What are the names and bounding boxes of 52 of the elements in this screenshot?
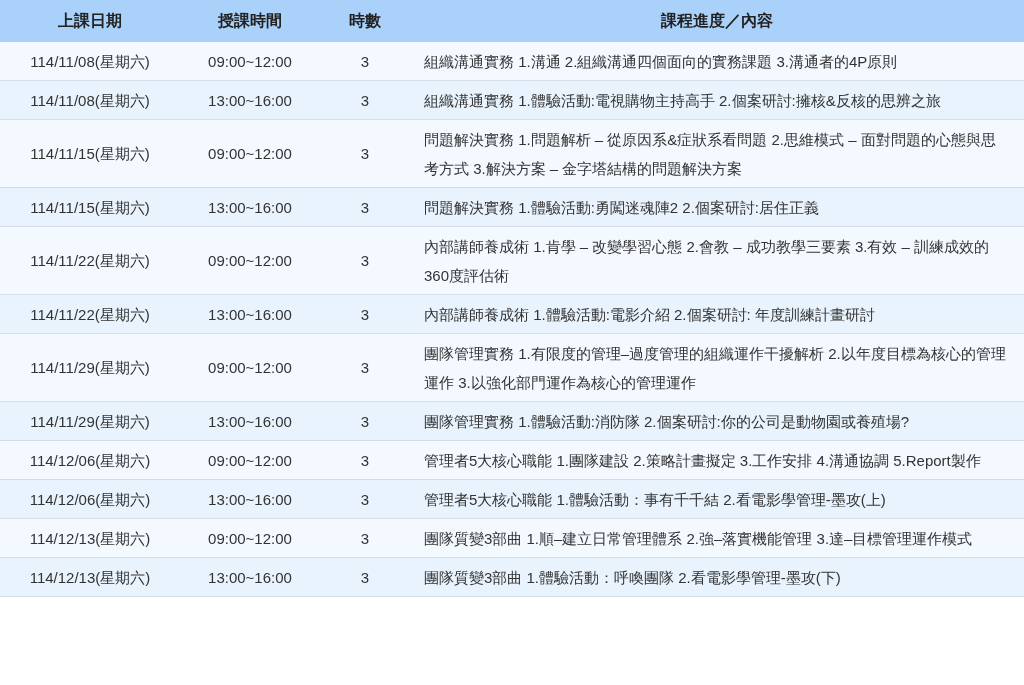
table-cell: 3 xyxy=(320,557,410,597)
table-cell: 13:00~16:00 xyxy=(180,479,320,519)
table-cell: 3 xyxy=(320,401,410,441)
table-cell: 09:00~12:00 xyxy=(180,119,320,188)
table-cell: 09:00~12:00 xyxy=(180,518,320,558)
table-cell: 團隊質變3部曲 1.順–建立日常管理體系 2.強–落實機能管理 3.達–目標管理運作模式 xyxy=(410,518,1024,558)
table-cell: 114/11/29(星期六) xyxy=(0,401,180,441)
table-cell: 3 xyxy=(320,440,410,480)
table-cell: 114/11/22(星期六) xyxy=(0,226,180,295)
table-cell: 13:00~16:00 xyxy=(180,401,320,441)
table-cell: 114/12/06(星期六) xyxy=(0,479,180,519)
column-header: 上課日期 xyxy=(0,0,180,42)
table-cell: 3 xyxy=(320,518,410,558)
table-cell: 3 xyxy=(320,119,410,188)
table-cell: 114/12/06(星期六) xyxy=(0,440,180,480)
table-cell: 管理者5大核心職能 1.體驗活動：事有千千結 2.看電影學管理-墨攻(上) xyxy=(410,479,1024,519)
table-cell: 3 xyxy=(320,294,410,334)
table-cell: 09:00~12:00 xyxy=(180,440,320,480)
table-cell: 3 xyxy=(320,187,410,227)
table-cell: 組織溝通實務 1.溝通 2.組織溝通四個面向的實務課題 3.溝通者的4P原則 xyxy=(410,42,1024,81)
table-cell: 13:00~16:00 xyxy=(180,294,320,334)
column-header: 課程進度／內容 xyxy=(410,0,1024,42)
table-cell: 3 xyxy=(320,42,410,81)
table-cell: 內部講師養成術 1.肯學 – 改變學習心態 2.會教 – 成功教學三要素 3.有效 – 訓練成效的360度評估術 xyxy=(410,226,1024,295)
table-cell: 114/11/15(星期六) xyxy=(0,187,180,227)
table-cell: 3 xyxy=(320,333,410,402)
table-cell: 3 xyxy=(320,80,410,120)
table-cell: 團隊質變3部曲 1.體驗活動：呼喚團隊 2.看電影學管理-墨攻(下) xyxy=(410,557,1024,597)
table-cell: 問題解決實務 1.問題解析 – 從原因系&症狀系看問題 2.思維模式 – 面對問題的心態與思考方式 3.解決方案 – 金字塔結構的問題解決方案 xyxy=(410,119,1024,188)
table-cell: 內部講師養成術 1.體驗活動:電影介紹 2.個案研討: 年度訓練計畫研討 xyxy=(410,294,1024,334)
table-cell: 13:00~16:00 xyxy=(180,80,320,120)
table-cell: 114/11/08(星期六) xyxy=(0,80,180,120)
column-header: 時數 xyxy=(320,0,410,42)
table-cell: 114/11/29(星期六) xyxy=(0,333,180,402)
table-cell: 團隊管理實務 1.體驗活動:消防隊 2.個案研討:你的公司是動物園或養殖場? xyxy=(410,401,1024,441)
table-cell: 09:00~12:00 xyxy=(180,333,320,402)
table-cell: 13:00~16:00 xyxy=(180,187,320,227)
table-cell: 09:00~12:00 xyxy=(180,226,320,295)
table-cell: 3 xyxy=(320,479,410,519)
table-cell: 114/12/13(星期六) xyxy=(0,557,180,597)
table-cell: 管理者5大核心職能 1.團隊建設 2.策略計畫擬定 3.工作安排 4.溝通協調 5.Report製作 xyxy=(410,440,1024,480)
table-cell: 3 xyxy=(320,226,410,295)
table-cell: 09:00~12:00 xyxy=(180,42,320,81)
table-cell: 114/11/08(星期六) xyxy=(0,42,180,81)
table-cell: 團隊管理實務 1.有限度的管理–過度管理的組織運作干擾解析 2.以年度目標為核心的管理運作 3.以強化部門運作為核心的管理運作 xyxy=(410,333,1024,402)
table-cell: 114/11/22(星期六) xyxy=(0,294,180,334)
table-cell: 114/12/13(星期六) xyxy=(0,518,180,558)
column-header: 授課時間 xyxy=(180,0,320,42)
table-cell: 114/11/15(星期六) xyxy=(0,119,180,188)
table-cell: 13:00~16:00 xyxy=(180,557,320,597)
table-cell: 組織溝通實務 1.體驗活動:電視購物主持高手 2.個案研討:擁核&反核的思辨之旅 xyxy=(410,80,1024,120)
table-cell: 問題解決實務 1.體驗活動:勇闖迷魂陣2 2.個案研討:居住正義 xyxy=(410,187,1024,227)
